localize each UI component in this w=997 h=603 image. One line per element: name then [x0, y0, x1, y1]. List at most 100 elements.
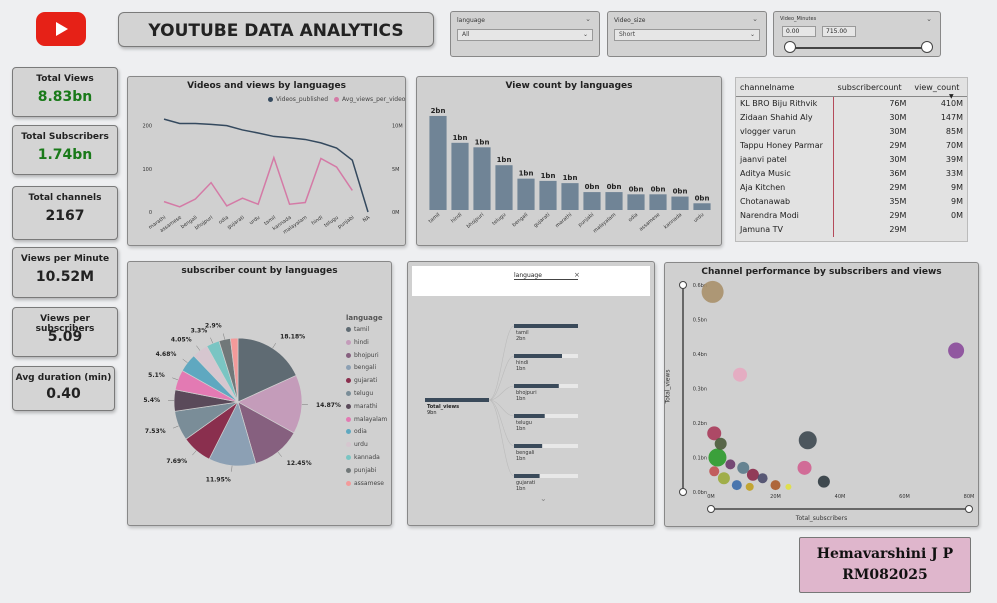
subscriber-pie-chart[interactable]: subscriber count by languages language 1…	[127, 261, 392, 526]
cell-subscribercount: 29M	[889, 141, 907, 150]
cell-subscribercount: 35M	[889, 197, 907, 206]
header-view-count[interactable]: view_count	[910, 78, 967, 97]
decomp-root-bar	[425, 398, 489, 402]
cell-subscribercount: 29M	[889, 183, 907, 192]
kpi-total-channels: Total channels 2167	[12, 186, 118, 240]
category-label: marathi	[554, 212, 573, 229]
legend-item[interactable]: bengali	[346, 364, 376, 371]
table-row[interactable]: Aja Kitchen 29M 9M	[736, 180, 967, 195]
language-slicer-label: language	[457, 17, 485, 24]
title-card: YOUTUBE DATA ANALYTICS	[118, 12, 434, 47]
language-dropdown[interactable]: All ⌄	[457, 29, 593, 41]
bar	[627, 194, 645, 210]
category-label: punjabi	[337, 215, 356, 231]
legend-item[interactable]: assamese	[346, 480, 384, 487]
leader-line	[223, 333, 225, 340]
category-label: punjabi	[577, 212, 595, 229]
kpi-total-views: Total Views 8.83bn	[12, 67, 118, 117]
chevron-down-icon[interactable]: ⌄	[585, 15, 591, 23]
legend-item[interactable]: bhojpuri	[346, 352, 379, 359]
bar-chart-svg: 2bn tamil 1bn hindi 1bn bhojpuri 1bn telugu 1bn b…	[428, 107, 711, 234]
table-row[interactable]: Jamuna TV 29M	[736, 222, 967, 237]
legend-label: malayalam	[354, 415, 388, 423]
chevron-down-icon[interactable]: ⌄	[752, 15, 758, 23]
video-minutes-slicer[interactable]: Video_Minutes ⌄ 0.00 715.00	[773, 11, 941, 57]
min-input[interactable]: 0.00	[782, 26, 816, 37]
table-row[interactable]: jaanvi patel 30M 39M	[736, 152, 967, 167]
kpi-value: 2167	[45, 208, 85, 224]
table-row[interactable]: Tappu Honey Parmar 29M 70M	[736, 138, 967, 153]
decomp-node-value: 1bn	[516, 396, 526, 402]
table-row[interactable]: KL BRO Biju Rithvik 76M 410M	[736, 96, 967, 111]
scatter-point	[701, 280, 724, 303]
decomp-node-value: 1bn	[516, 426, 526, 432]
tick-label: 0.3bn	[693, 387, 707, 393]
tick-label: 20M	[770, 494, 781, 500]
legend-item[interactable]: kannada	[346, 454, 380, 461]
chevron-down-icon: ⌄	[582, 31, 588, 38]
cell-channelname: Tappu Honey Parmar	[736, 138, 835, 153]
cell-subscribercount: 29M	[889, 225, 907, 234]
table-row[interactable]: Chotanawab 35M 9M	[736, 194, 967, 209]
category-label: assamese	[638, 212, 661, 233]
range-handle-max[interactable]	[921, 41, 933, 53]
legend-item[interactable]: gujarati	[346, 377, 377, 384]
header-subscribercount[interactable]: subscribercount	[833, 78, 911, 97]
category-label: telugu	[491, 212, 507, 227]
author-id: RM082025	[842, 567, 928, 583]
video-size-dropdown[interactable]: Short ⌄	[614, 29, 760, 41]
table-row[interactable]: vlogger varun 30M 85M	[736, 124, 967, 139]
chevron-down-icon[interactable]: ⌄	[926, 15, 932, 23]
legend-item[interactable]: telugu	[346, 390, 373, 397]
data-label: 0bn	[695, 194, 710, 202]
sort-desc-icon[interactable]: ▼	[949, 93, 954, 100]
bar	[517, 178, 535, 210]
legend-label: telugu	[354, 390, 374, 397]
legend-dot	[346, 365, 351, 371]
scatter-point	[948, 342, 965, 359]
leader-line	[196, 345, 201, 351]
channel-performance-scatter[interactable]: Channel performance by subscribers and v…	[664, 262, 979, 527]
legend-item[interactable]: hindi	[346, 339, 369, 346]
legend-item[interactable]: malayalam	[346, 416, 387, 423]
header-channelname[interactable]: channelname	[736, 78, 834, 97]
tick-label: 60M	[899, 494, 910, 500]
range-handle-min[interactable]	[784, 41, 796, 53]
category-label: bhojpuri	[466, 212, 486, 230]
table-row[interactable]: Aditya Music 36M 33M	[736, 166, 967, 181]
videos-views-chart[interactable]: Videos and views by languages Videos_pub…	[127, 76, 406, 246]
decomp-link	[488, 399, 515, 417]
max-input[interactable]: 715.00	[822, 26, 856, 37]
legend-dot	[346, 403, 351, 409]
kpi-title: Total Views	[36, 74, 94, 84]
data-label: 1bn	[541, 172, 556, 180]
cell-channelname: jaanvi patel	[736, 152, 835, 167]
table-row[interactable]: Narendra Modi 29M 0M	[736, 208, 967, 223]
channel-table[interactable]: channelname subscribercount view_count K…	[735, 77, 968, 242]
cell-subscribercount: 36M	[889, 169, 907, 178]
scatter-point	[785, 483, 792, 490]
language-value: All	[462, 31, 470, 38]
legend-dot	[346, 480, 351, 486]
series-line-videos-published	[163, 118, 369, 213]
video-size-slicer[interactable]: Video_size ⌄ Short ⌄	[607, 11, 767, 57]
legend-item[interactable]: tamil	[346, 326, 369, 333]
decomposition-tree[interactable]: language × Total_views 9bn tamil 2bn hindi…	[407, 261, 655, 526]
cell-subscribercount: 30M	[889, 155, 907, 164]
legend-item[interactable]: odia	[346, 428, 367, 435]
table-row[interactable]: Zidaan Shahid Aly 30M 147M	[736, 110, 967, 125]
category-label: gujarati	[226, 215, 245, 231]
chevron-down-icon[interactable]: ⌄	[540, 494, 547, 503]
tick-label: 0.5bn	[693, 318, 707, 324]
data-label: 1bn	[475, 138, 490, 146]
legend-item[interactable]: marathi	[346, 403, 378, 410]
slice-label: 14.87%	[316, 402, 341, 409]
bar	[429, 115, 447, 210]
scatter-point	[708, 448, 727, 467]
language-slicer[interactable]: language ⌄ All ⌄	[450, 11, 600, 57]
view-count-chart[interactable]: View count by languages 2bn tamil 1bn hindi…	[416, 76, 722, 246]
legend-label: marathi	[354, 402, 378, 410]
decomp-link	[488, 325, 515, 401]
legend-item[interactable]: urdu	[346, 441, 368, 448]
legend-item[interactable]: punjabi	[346, 467, 376, 474]
